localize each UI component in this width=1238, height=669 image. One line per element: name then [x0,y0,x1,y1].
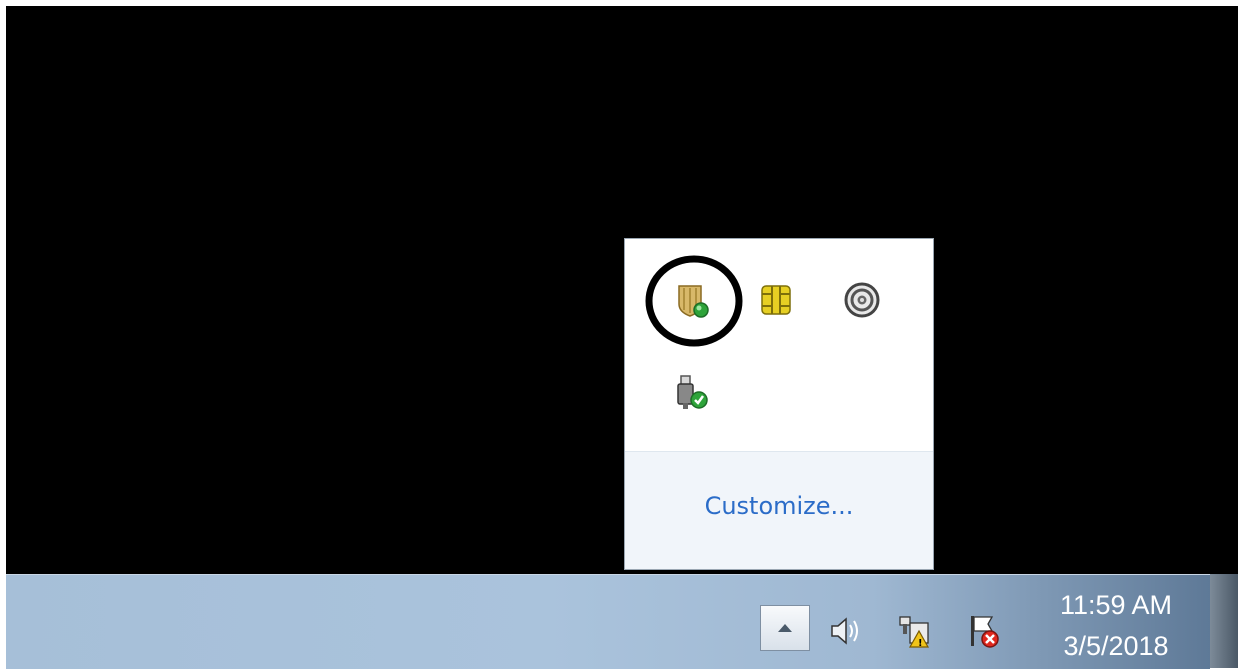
network-tray-icon[interactable]: ! [894,611,934,651]
show-desktop-button[interactable] [1210,574,1238,668]
smart-card-icon [761,285,791,315]
highlight-circle [645,255,743,347]
spiral-tray-icon[interactable] [837,275,887,325]
action-center-flag-icon [971,616,999,648]
desktop [6,6,1238,574]
chevron-up-icon [778,624,792,632]
clock-date: 3/5/2018 [1063,631,1169,661]
clock-time: 11:59 AM [1059,590,1173,620]
show-hidden-icons-button[interactable] [760,605,810,651]
hidden-icons-grid [625,239,933,451]
notification-overflow-popup: Customize... [624,238,934,570]
popup-footer: Customize... [625,452,933,569]
clock[interactable]: 11:59 AM 3/5/2018 [1036,585,1196,667]
usb-safe-remove-icon [677,375,708,409]
volume-tray-icon[interactable] [824,611,864,651]
svg-text:!: ! [918,638,923,649]
usb-tray-icon[interactable] [666,367,716,417]
speaker-icon [831,617,858,645]
action-center-tray-icon[interactable] [962,611,1002,651]
taskbar: ! 11:59 AM 3/5/2018 [6,574,1210,669]
spiral-icon [844,282,880,318]
smart-card-tray-icon[interactable] [751,275,801,325]
customize-link[interactable]: Customize... [625,492,933,520]
network-warning-icon: ! [899,616,930,649]
